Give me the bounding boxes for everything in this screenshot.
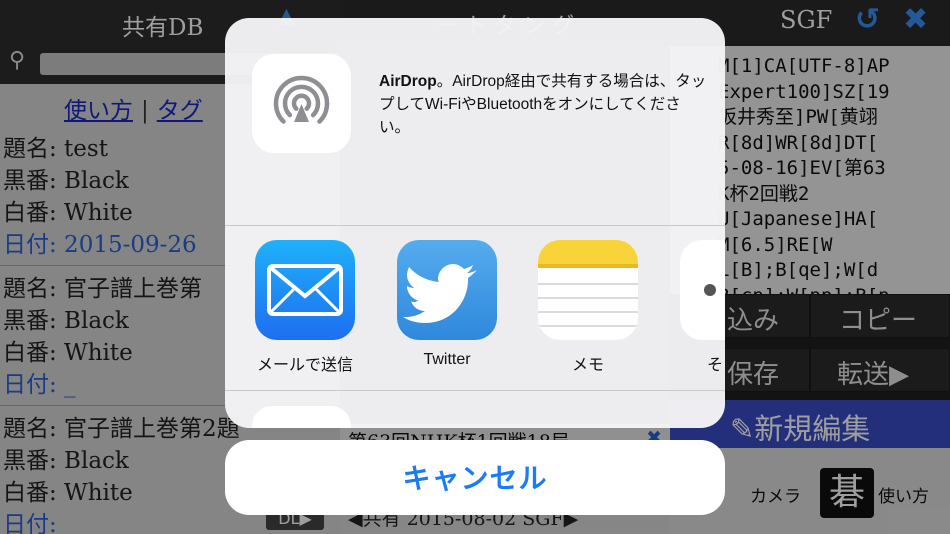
mail-icon xyxy=(255,240,355,340)
divider xyxy=(225,390,725,391)
share-sheet: AirDrop。AirDrop経由で共有する場合は、タップしてWi-FiやBlu… xyxy=(225,18,725,428)
share-app-label: Twitter xyxy=(423,351,471,368)
share-app-label: そ xyxy=(707,357,724,374)
airdrop-title: AirDrop xyxy=(379,73,437,90)
airdrop-icon xyxy=(252,54,351,153)
cancel-label: キャンセル xyxy=(402,463,548,494)
cancel-button[interactable]: キャンセル xyxy=(225,440,725,515)
action-icon[interactable] xyxy=(252,406,351,428)
airdrop-description: AirDrop。AirDrop経由で共有する場合は、タップしてWi-FiやBlu… xyxy=(379,70,709,139)
share-app-label: メモ xyxy=(571,357,604,374)
airdrop-section[interactable]: AirDrop。AirDrop経由で共有する場合は、タップしてWi-FiやBlu… xyxy=(225,18,725,225)
share-app-label: メールで送信 xyxy=(256,357,353,374)
notes-icon xyxy=(538,240,638,340)
twitter-icon xyxy=(397,240,497,340)
divider xyxy=(225,225,725,226)
more-icon xyxy=(680,240,725,340)
